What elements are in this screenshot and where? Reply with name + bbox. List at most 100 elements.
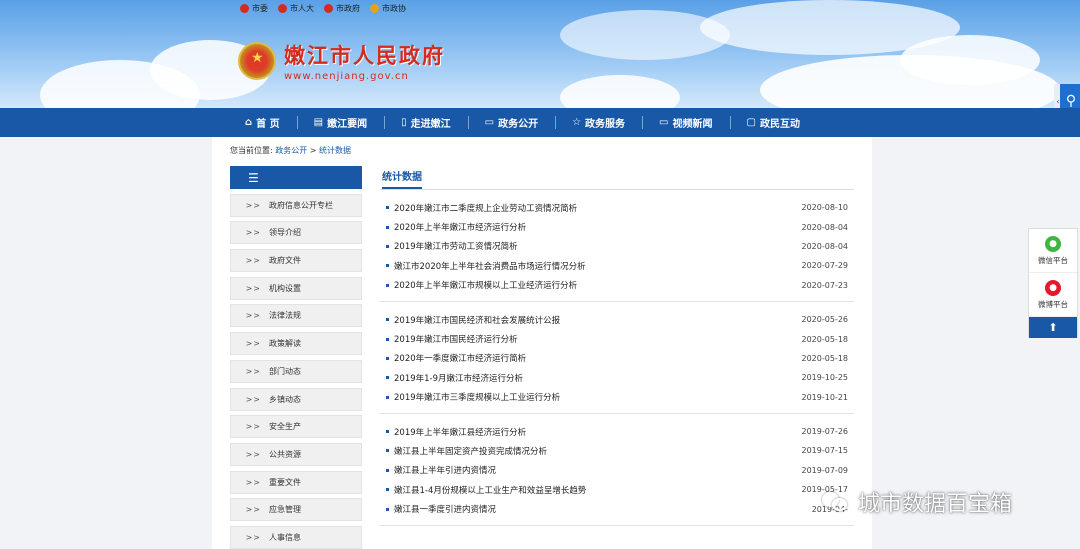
nav-item-news[interactable]: ▤ 嫩江要闻 [296, 108, 384, 137]
sidebar-item-label: 法律法规 [269, 311, 301, 321]
sidebar-item[interactable]: >> 领导介绍 [230, 221, 362, 245]
article-title-link[interactable]: 2020年嫩江市二季度规上企业劳动工资情况简析 [386, 202, 577, 214]
article-row[interactable]: 2019年嫩江市三季度规模以上工业运行分析 2019-10-21 [380, 388, 854, 407]
article-title-link[interactable]: 2019年1-9月嫩江市经济运行分析 [386, 372, 523, 384]
article-title-link[interactable]: 嫩江县上半年引进内资情况 [386, 464, 496, 476]
toplink-party[interactable]: 市委 [240, 3, 268, 14]
double-chevron-icon: >> [245, 339, 261, 349]
sidebar-item[interactable]: >> 法律法规 [230, 304, 362, 328]
article-title-link[interactable]: 嫩江县1-4月份规模以上工业生产和效益呈增长趋势 [386, 484, 586, 496]
toplink-npc[interactable]: 市人大 [278, 3, 314, 14]
nav-item-interaction[interactable]: ▢ 政民互动 [729, 108, 817, 137]
tab-statistics[interactable]: 统计数据 [382, 168, 422, 189]
sidebar-item[interactable]: >> 机构设置 [230, 276, 362, 300]
wechat-platform-link[interactable]: ● 微信平台 [1029, 229, 1077, 273]
article-title-link[interactable]: 2020年一季度嫩江市经济运行简析 [386, 352, 526, 364]
sidebar-item-label: 机构设置 [269, 283, 301, 293]
article-title-link[interactable]: 2019年嫩江市国民经济和社会发展统计公报 [386, 314, 560, 326]
article-row[interactable]: 嫩江县上半年固定资产投资完成情况分析 2019-07-15 [380, 441, 854, 460]
article-title-link[interactable]: 2020年上半年嫩江市经济运行分析 [386, 221, 526, 233]
article-title-link[interactable]: 2020年上半年嫩江市规模以上工业经济运行分析 [386, 279, 577, 291]
double-chevron-icon: >> [245, 311, 261, 321]
article-row[interactable]: 嫩江县1-4月份规模以上工业生产和效益呈增长趋势 2019-05-17 [380, 480, 854, 499]
sidebar-item-label: 部门动态 [269, 366, 301, 376]
weibo-icon: ● [1045, 279, 1061, 296]
article-row[interactable]: 嫩江市2020年上半年社会消费品市场运行情况分析 2020-07-29 [380, 256, 854, 275]
national-emblem-icon [324, 4, 333, 13]
watermark: 城市数据百宝箱 [822, 486, 1012, 518]
sidebar-item[interactable]: >> 乡镇动态 [230, 387, 362, 411]
double-chevron-icon: >> [245, 532, 261, 542]
article-row[interactable]: 2019年嫩江市国民经济运行分析 2020-05-18 [380, 329, 854, 348]
wechat-logo-icon [822, 490, 850, 514]
breadcrumb-link-gov-affairs[interactable]: 政务公开 [275, 146, 307, 155]
article-date: 2020-05-26 [801, 315, 849, 325]
article-title-link[interactable]: 嫩江县上半年固定资产投资完成情况分析 [386, 445, 547, 457]
article-title-link[interactable]: 嫩江市2020年上半年社会消费品市场运行情况分析 [386, 260, 586, 272]
article-row[interactable]: 嫩江县一季度引进内资情况 2019-04- [380, 499, 854, 518]
article-row[interactable]: 2020年上半年嫩江市经济运行分析 2020-08-04 [380, 217, 854, 236]
sidebar: ☰ >> 政府信息公开专栏 >> 领导介绍 >> 政府文件 >> 机构设置 >> 法律法规 >> 政策… [230, 166, 362, 549]
weibo-platform-link[interactable]: ● 微博平台 [1029, 273, 1077, 317]
back-to-top-button[interactable]: ⬆ [1029, 317, 1077, 338]
article-title-link[interactable]: 2019年上半年嫩江县经济运行分析 [386, 426, 526, 438]
menu-list-icon: ☰ [248, 170, 259, 185]
sidebar-item[interactable]: >> 政府信息公开专栏 [230, 193, 362, 217]
article-row[interactable]: 2019年嫩江市劳动工资情况简析 2020-08-04 [380, 237, 854, 256]
sidebar-item[interactable]: >> 公共资源 [230, 442, 362, 466]
nav-item-home[interactable]: ⌂ 首 页 [228, 108, 297, 137]
sidebar-item[interactable]: >> 安全生产 [230, 415, 362, 439]
nav-item-services[interactable]: ☆ 政务服务 [555, 108, 642, 137]
sidebar-item[interactable]: >> 部门动态 [230, 359, 362, 383]
sidebar-item[interactable]: >> 重要文件 [230, 470, 362, 494]
article-date: 2020-05-18 [801, 353, 849, 363]
site-header: 市委 市人大 市政府 市政协 嫩江市人民政府 www.nenjiang.gov.… [0, 0, 1080, 108]
article-title-link[interactable]: 2019年嫩江市劳动工资情况简析 [386, 240, 518, 252]
sidebar-item-label: 政府文件 [269, 256, 301, 266]
article-row[interactable]: 2020年一季度嫩江市经济运行简析 2020-05-18 [380, 349, 854, 368]
toplink-government[interactable]: 市政府 [324, 3, 360, 14]
nav-item-video[interactable]: ▭ 视频新闻 [642, 108, 729, 137]
double-chevron-icon: >> [245, 256, 261, 266]
double-chevron-icon: >> [245, 422, 261, 432]
sidebar-item-label: 公共资源 [269, 449, 301, 459]
sidebar-item-label: 安全生产 [269, 422, 301, 432]
article-date: 2020-07-23 [801, 280, 849, 290]
toplink-cppcc[interactable]: 市政协 [370, 3, 406, 14]
article-row[interactable]: 嫩江县上半年引进内资情况 2019-07-09 [380, 461, 854, 480]
nav-item-about[interactable]: ▯ 走进嫩江 [384, 108, 468, 137]
site-url: www.nenjiang.gov.cn [284, 71, 409, 82]
sidebar-item[interactable]: >> 政策解读 [230, 332, 362, 356]
article-date: 2020-08-04 [801, 241, 849, 251]
sidebar-item-label: 政策解读 [269, 339, 301, 349]
sidebar-item-label: 乡镇动态 [269, 394, 301, 404]
sidebar-item[interactable]: >> 应急管理 [230, 498, 362, 522]
site-logo[interactable]: 嫩江市人民政府 www.nenjiang.gov.cn [238, 40, 445, 82]
article-row[interactable]: 2019年1-9月嫩江市经济运行分析 2019-10-25 [380, 368, 854, 387]
chat-icon: ▢ [746, 117, 756, 128]
article-row[interactable]: 2019年嫩江市国民经济和社会发展统计公报 2020-05-26 [380, 310, 854, 329]
sidebar-item[interactable]: >> 人事信息 [230, 525, 362, 549]
article-title-link[interactable]: 嫩江县一季度引进内资情况 [386, 503, 496, 515]
article-group: 2020年嫩江市二季度规上企业劳动工资情况简析 2020-08-10 2020年上半… [380, 190, 854, 302]
top-links: 市委 市人大 市政府 市政协 [240, 3, 406, 14]
nav-item-gov-affairs[interactable]: ▭ 政务公开 [467, 108, 555, 137]
breadcrumb-link-statistics[interactable]: 统计数据 [319, 146, 351, 155]
article-title-link[interactable]: 2019年嫩江市国民经济运行分析 [386, 333, 518, 345]
sidebar-item[interactable]: >> 政府文件 [230, 249, 362, 273]
article-date: 2019-10-21 [801, 392, 849, 402]
main-list-area: 统计数据 2020年嫩江市二季度规上企业劳动工资情况简析 2020-08-10 20… [380, 166, 854, 526]
sidebar-item-label: 人事信息 [269, 532, 301, 542]
article-group: 2019年嫩江市国民经济和社会发展统计公报 2020-05-26 2019年嫩江市国… [380, 302, 854, 414]
screen-icon: ▭ [659, 117, 669, 128]
share-float-widget: ● 微信平台 ● 微博平台 ⬆ [1028, 228, 1078, 338]
main-nav: ⌂ 首 页 ▤ 嫩江要闻 ▯ 走进嫩江 ▭ 政务公开 ☆ 政务服务 ▭ 视频新闻 ▢ 政民互动 [0, 108, 1080, 137]
double-chevron-icon: >> [245, 366, 261, 376]
cppcc-emblem-icon [370, 4, 379, 13]
article-row[interactable]: 2019年上半年嫩江县经济运行分析 2019-07-26 [380, 422, 854, 441]
book-icon: ▤ [313, 117, 324, 128]
article-title-link[interactable]: 2019年嫩江市三季度规模以上工业运行分析 [386, 391, 560, 403]
article-row[interactable]: 2020年上半年嫩江市规模以上工业经济运行分析 2020-07-23 [380, 276, 854, 295]
article-date: 2020-05-18 [801, 334, 849, 344]
article-row[interactable]: 2020年嫩江市二季度规上企业劳动工资情况简析 2020-08-10 [380, 198, 854, 217]
